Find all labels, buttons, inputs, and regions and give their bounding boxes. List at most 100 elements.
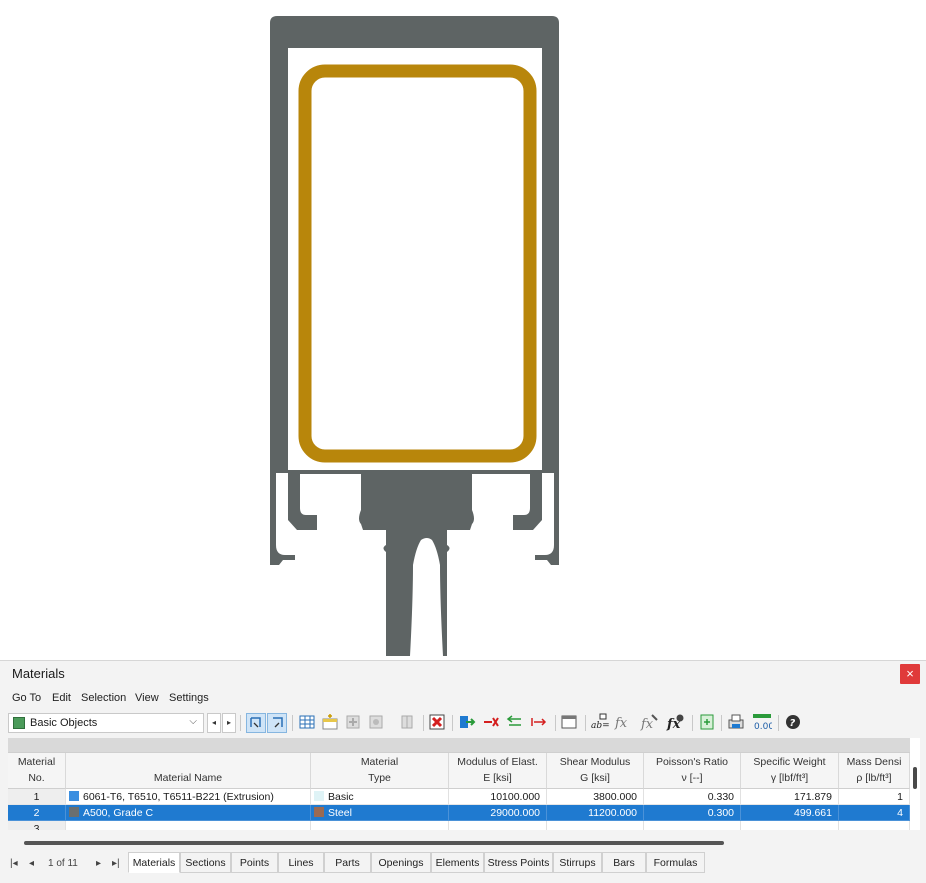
menu-go-to[interactable]: Go To (12, 692, 41, 704)
col-header-modulus-elasticity[interactable]: Modulus of Elast. E [ksi] (449, 753, 547, 789)
cell-type[interactable]: Basic (311, 789, 449, 805)
remove-from-selection-icon[interactable] (482, 713, 502, 733)
cell-E[interactable] (449, 821, 547, 830)
col-header-poissons-ratio[interactable]: Poisson's Ratio ν [--] (644, 753, 741, 789)
cell-nu[interactable] (644, 821, 741, 830)
tab-formulas[interactable]: Formulas (646, 852, 705, 873)
cell-nu[interactable]: 0.300 (644, 805, 741, 821)
col-header-material-type[interactable]: Material Type (311, 753, 449, 789)
cell-E[interactable]: 10100.000 (449, 789, 547, 805)
tab-openings[interactable]: Openings (371, 852, 431, 873)
formula-icon[interactable]: fx (614, 713, 634, 733)
cell-G[interactable]: 11200.000 (547, 805, 644, 821)
table-row[interactable]: 1 6061-T6, T6510, T6511-B221 (Extrusion)… (8, 789, 920, 805)
table-row[interactable]: 3 (8, 821, 920, 830)
export-icon[interactable] (698, 713, 718, 733)
tab-stirrups[interactable]: Stirrups (553, 852, 602, 873)
horizontal-scrollbar[interactable] (8, 840, 910, 846)
material-color-swatch (69, 807, 79, 817)
header-line2: ρ [lb/ft³] (856, 772, 892, 784)
tab-parts[interactable]: Parts (324, 852, 371, 873)
tab-sections[interactable]: Sections (180, 852, 231, 873)
table-view-icon[interactable] (298, 713, 318, 733)
decimal-places-icon[interactable]: 0.00 (752, 713, 774, 733)
toolbar-separator (555, 715, 556, 731)
vertical-scrollbar[interactable] (912, 753, 918, 813)
toolbar-separator (585, 715, 586, 731)
col-header-shear-modulus[interactable]: Shear Modulus G [ksi] (547, 753, 644, 789)
cell-no[interactable]: 3 (8, 821, 66, 830)
text-replace-icon[interactable]: ab= (590, 713, 610, 733)
cell-rho[interactable]: 4 (839, 805, 910, 821)
svg-text:fx: fx (614, 716, 628, 731)
col-header-specific-weight[interactable]: Specific Weight γ [lbf/ft³] (741, 753, 839, 789)
print-icon[interactable] (727, 713, 747, 733)
col-header-material-no[interactable]: Material No. (8, 753, 66, 789)
combo-value: Basic Objects (30, 717, 98, 729)
next-category-button[interactable]: ▸ (222, 713, 236, 733)
header-line2: No. (28, 772, 45, 784)
menu-settings[interactable]: Settings (169, 692, 209, 704)
cell-gamma[interactable]: 171.879 (741, 789, 839, 805)
last-page-button[interactable]: ▸| (112, 858, 120, 869)
cell-E[interactable]: 29000.000 (449, 805, 547, 821)
header-line1: Poisson's Ratio (655, 756, 729, 768)
insert-row-icon[interactable] (321, 713, 341, 733)
cell-G[interactable]: 3800.000 (547, 789, 644, 805)
previous-page-button[interactable]: ◂ (29, 858, 34, 869)
import-icon[interactable] (458, 713, 478, 733)
cell-gamma[interactable]: 499.661 (741, 805, 839, 821)
aluminum-profile (270, 16, 559, 656)
cell-gamma[interactable] (741, 821, 839, 830)
previous-category-button[interactable]: ◂ (207, 713, 221, 733)
delete-icon[interactable] (428, 713, 448, 733)
column-settings-icon[interactable] (398, 713, 418, 733)
col-header-material-name[interactable]: Material Name (66, 753, 311, 789)
header-band (8, 738, 910, 753)
type-color-swatch (314, 791, 324, 801)
help-icon[interactable]: ? (784, 713, 804, 733)
next-page-button[interactable]: ▸ (96, 858, 101, 869)
header-line2: Type (368, 772, 391, 784)
table-row-selected[interactable]: 2 A500, Grade C Steel 29000.000 11200.00… (8, 805, 920, 821)
formula-info-icon[interactable]: fx (666, 713, 686, 733)
header-line2: Material Name (153, 772, 223, 784)
cell-name[interactable] (66, 821, 311, 830)
tab-stress-points[interactable]: Stress Points (484, 852, 553, 873)
tab-lines[interactable]: Lines (278, 852, 324, 873)
col-header-mass-density[interactable]: Mass Densi ρ [lb/ft³] (839, 753, 910, 789)
panel-titlebar: Materials × (0, 661, 926, 688)
move-right-icon[interactable] (530, 713, 550, 733)
first-page-button[interactable]: |◂ (10, 858, 18, 869)
cell-nu[interactable]: 0.330 (644, 789, 741, 805)
cell-rho[interactable]: 1 (839, 789, 910, 805)
cell-type[interactable]: Steel (311, 805, 449, 821)
window-icon[interactable] (560, 713, 580, 733)
cell-no[interactable]: 1 (8, 789, 66, 805)
settings-grid-icon[interactable] (367, 713, 387, 733)
select-in-table-icon[interactable] (267, 713, 287, 733)
menu-edit[interactable]: Edit (52, 692, 71, 704)
tab-bars[interactable]: Bars (602, 852, 646, 873)
formula-edit-icon[interactable]: fx (640, 713, 660, 733)
object-category-combo[interactable]: Basic Objects ⌵ (8, 713, 204, 733)
vertical-scroll-thumb[interactable] (913, 767, 917, 789)
tab-materials[interactable]: Materials (128, 852, 180, 873)
filter-icon[interactable] (344, 713, 364, 733)
horizontal-scroll-thumb[interactable] (24, 841, 724, 845)
tab-points[interactable]: Points (231, 852, 278, 873)
cell-type[interactable] (311, 821, 449, 830)
cell-name[interactable]: A500, Grade C (66, 805, 311, 821)
menu-selection[interactable]: Selection (81, 692, 126, 704)
tab-elements[interactable]: Elements (431, 852, 484, 873)
type-color-swatch (314, 807, 324, 817)
svg-text:fx: fx (640, 717, 654, 731)
close-button[interactable]: × (900, 664, 920, 684)
select-in-model-icon[interactable] (246, 713, 266, 733)
cell-no[interactable]: 2 (8, 805, 66, 821)
move-left-icon[interactable] (506, 713, 526, 733)
cell-G[interactable] (547, 821, 644, 830)
cell-name[interactable]: 6061-T6, T6510, T6511-B221 (Extrusion) (66, 789, 311, 805)
cell-rho[interactable] (839, 821, 910, 830)
menu-view[interactable]: View (135, 692, 159, 704)
